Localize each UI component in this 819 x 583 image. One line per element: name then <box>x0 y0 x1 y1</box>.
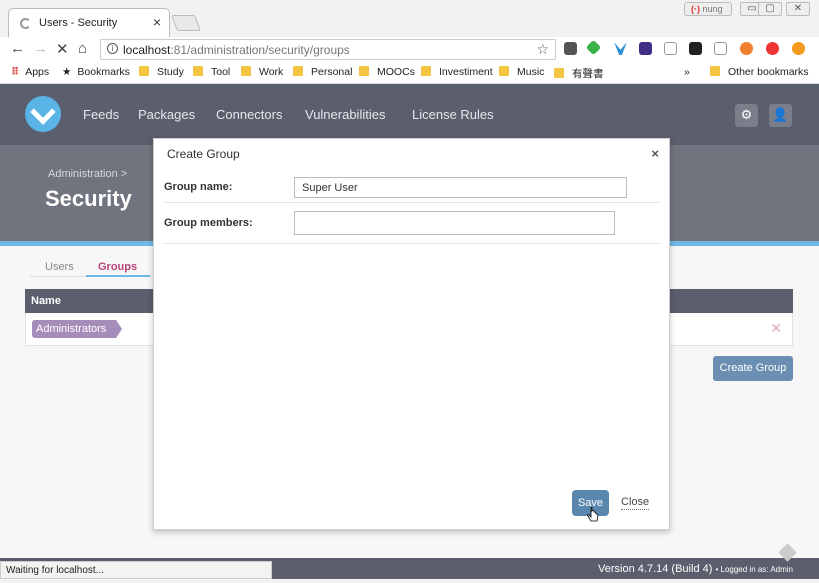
bookmark-label: Study <box>157 66 184 78</box>
bookmark-audiobooks[interactable]: 有聲書 <box>554 66 604 81</box>
folder-icon <box>241 66 251 76</box>
tab-title: Users - Security <box>39 17 118 29</box>
bookmark-label: Tool <box>211 66 231 78</box>
home-icon[interactable]: ⌂ <box>78 40 87 57</box>
user-account-icon[interactable]: 👤 <box>769 104 792 127</box>
folder-icon <box>499 66 509 76</box>
dark-extension-icon[interactable] <box>689 42 702 55</box>
loading-spinner-icon <box>20 18 31 29</box>
bookmark-work[interactable]: Work <box>241 66 283 78</box>
window-extension-icon[interactable] <box>714 42 727 55</box>
bookmark-label: Investiment <box>439 66 493 78</box>
breadcrumb[interactable]: Administration > <box>48 168 127 180</box>
bookmarks-overflow[interactable]: » <box>684 66 690 78</box>
site-info-icon[interactable]: i <box>107 43 118 54</box>
hand-cursor-icon <box>587 507 599 522</box>
url-path: :81/administration/security/groups <box>170 43 350 57</box>
close-button[interactable]: Close <box>621 496 650 510</box>
other-bookmarks[interactable]: Other bookmarks <box>710 66 809 78</box>
bookmark-personal[interactable]: Personal <box>293 66 352 78</box>
bookmarks-bar: ⠿ Apps ★ Bookmarks Study Tool Work Persona… <box>0 62 819 84</box>
group-members-row: Group members: <box>164 203 660 244</box>
folder-icon <box>421 66 431 76</box>
group-name-input[interactable] <box>294 177 627 198</box>
folder-icon <box>139 66 149 76</box>
nav-license-rules[interactable]: License Rules <box>412 107 494 122</box>
bookmark-study[interactable]: Study <box>139 66 184 78</box>
bookmark-label: Other bookmarks <box>728 66 809 78</box>
purple-extension-icon[interactable] <box>639 42 652 55</box>
browser-status-bar: Waiting for localhost... <box>0 561 272 579</box>
bookmark-label: Music <box>517 66 545 78</box>
bookmark-label: Bookmarks <box>77 66 130 78</box>
copy-extension-icon[interactable] <box>664 42 677 55</box>
nav-vulnerabilities[interactable]: Vulnerabilities <box>305 107 385 122</box>
active-tab-indicator <box>86 275 150 277</box>
app-logo-icon[interactable] <box>25 96 61 132</box>
nav-connectors[interactable]: Connectors <box>216 107 282 122</box>
bookmark-moocs[interactable]: MOOCs <box>359 66 415 78</box>
folder-icon <box>554 68 564 78</box>
stop-loading-icon[interactable]: ✕ <box>56 40 69 58</box>
create-group-modal: Create Group × Group name: Group members… <box>153 138 670 530</box>
bookmark-label: MOOCs <box>377 66 415 78</box>
forward-arrow-icon[interactable]: → <box>33 40 48 57</box>
page-title: Security <box>45 186 132 211</box>
profile-name: nung <box>702 4 723 14</box>
tab-close-icon[interactable]: × <box>153 14 161 30</box>
bookmark-apps[interactable]: ⠿ Apps <box>11 66 49 78</box>
browser-titlebar: Users - Security × (·) nung ▭ ▢ ✕ <box>0 0 819 37</box>
group-tag[interactable]: Administrators <box>32 320 123 338</box>
bookmark-star-icon[interactable]: ☆ <box>536 41 549 58</box>
opera-extension-icon[interactable] <box>766 42 779 55</box>
maximize-button[interactable]: ▢ <box>758 2 782 16</box>
group-members-input[interactable] <box>294 211 615 235</box>
apps-grid-icon: ⠿ <box>11 66 20 78</box>
group-name-row: Group name: <box>164 173 660 203</box>
modal-title: Create Group <box>167 147 240 161</box>
column-header-name: Name <box>31 295 61 307</box>
pocket-extension-icon[interactable] <box>564 42 577 55</box>
create-group-button[interactable]: Create Group <box>713 356 793 381</box>
bookmark-tool[interactable]: Tool <box>193 66 230 78</box>
bookmark-label: Personal <box>311 66 353 78</box>
app-navbar: Feeds Packages Connectors Vulnerabilitie… <box>0 84 819 145</box>
address-url: localhost:81/administration/security/gro… <box>123 43 350 57</box>
bookmark-label: 有聲書 <box>572 68 604 80</box>
folder-icon <box>359 66 369 76</box>
settings-gear-icon[interactable]: ⚙ <box>735 104 758 127</box>
folder-icon <box>293 66 303 76</box>
version-text: Version 4.7.14 (Build 4) <box>598 563 713 575</box>
group-members-label: Group members: <box>164 217 253 229</box>
orange-extension-icon[interactable] <box>740 42 753 55</box>
nav-packages[interactable]: Packages <box>138 107 195 122</box>
tab-groups[interactable]: Groups <box>98 261 137 273</box>
profile-chip[interactable]: (·) nung <box>684 2 732 16</box>
address-bar[interactable]: i localhost:81/administration/security/g… <box>100 39 556 60</box>
bookmark-music[interactable]: Music <box>499 66 544 78</box>
bookmark-label: Work <box>259 66 284 78</box>
amber-extension-icon[interactable] <box>792 42 805 55</box>
bookmark-investiment[interactable]: Investiment <box>421 66 493 78</box>
version-info: Version 4.7.14 (Build 4) • Logged in as:… <box>598 563 793 575</box>
bookmark-label: Apps <box>25 66 50 78</box>
folder-icon <box>193 66 203 76</box>
url-host: localhost <box>123 43 171 57</box>
modal-close-icon[interactable]: × <box>651 146 659 161</box>
browser-tab[interactable]: Users - Security × <box>8 8 170 37</box>
profile-icon: (·) <box>691 4 700 14</box>
delete-row-icon[interactable]: ✕ <box>770 320 782 337</box>
group-name-label: Group name: <box>164 181 233 193</box>
bookmark-bookmarks[interactable]: ★ Bookmarks <box>62 66 130 78</box>
nav-feeds[interactable]: Feeds <box>83 107 119 122</box>
back-arrow-icon[interactable]: ← <box>10 40 25 57</box>
logged-in-text: • Logged in as: Admin <box>715 565 793 574</box>
tab-users[interactable]: Users <box>45 261 74 273</box>
new-tab-button[interactable] <box>171 15 201 31</box>
star-icon: ★ <box>62 66 72 78</box>
window-close-button[interactable]: ✕ <box>786 2 810 16</box>
folder-icon <box>710 66 720 76</box>
